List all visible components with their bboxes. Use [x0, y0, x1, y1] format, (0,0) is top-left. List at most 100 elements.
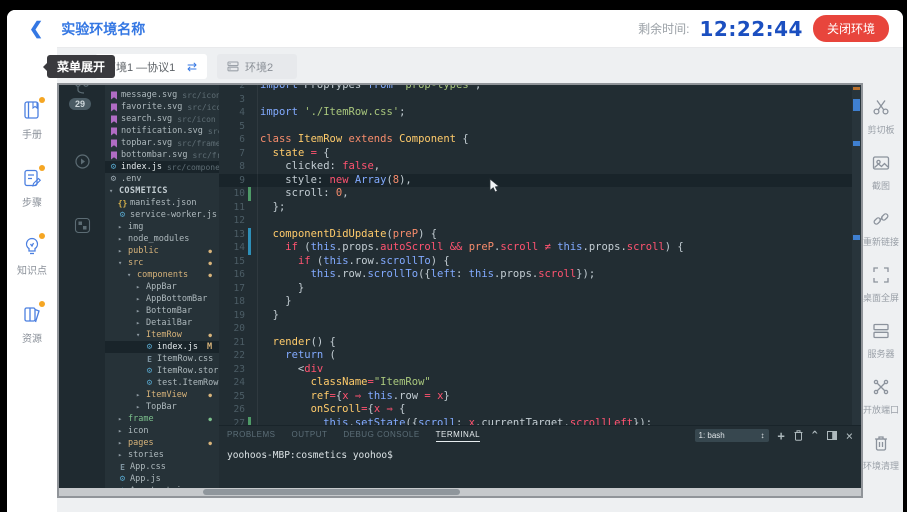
panel-tab-output[interactable]: OUTPUT [291, 430, 327, 442]
terminal-new-button[interactable]: + [778, 430, 785, 442]
file-tree-item[interactable]: ▸frame● [105, 413, 219, 425]
code-line-8[interactable]: 8 clicked: false, [219, 160, 852, 174]
toolbar-item-fullscreen[interactable]: 桌面全屏 [859, 263, 903, 304]
code-line-11[interactable]: 11 }; [219, 201, 852, 215]
file-tree-item[interactable]: ▾ItemRow● [105, 329, 219, 341]
file-tree-item[interactable]: ▸AppBottomBar [105, 293, 219, 305]
close-environment-button[interactable]: 关闭环境 [813, 15, 889, 42]
code-editor[interactable]: 2import PropTypes from 'prop-types';3 4i… [219, 85, 861, 425]
debug-icon[interactable] [59, 153, 105, 170]
file-tree-item[interactable]: EItemRow.css [105, 353, 219, 365]
code-line-9[interactable]: 9 style: new Array(8), [219, 174, 852, 188]
file-tree-item[interactable]: ▸stories [105, 449, 219, 461]
code-line-7[interactable]: 7 state = { [219, 147, 852, 161]
file-tree-item[interactable]: ⚙test.ItemRow.js [105, 377, 219, 389]
back-chevron-icon[interactable]: ❮ [29, 20, 43, 37]
file-tree-item[interactable]: ▸AppBar [105, 281, 219, 293]
terminal-close-button[interactable]: × [846, 430, 853, 442]
gutter-spacer [248, 85, 251, 93]
code-line-20[interactable]: 20 [219, 322, 852, 336]
file-tree-item[interactable]: message.svgsrc/icon [105, 89, 219, 101]
code-line-12[interactable]: 12 [219, 214, 852, 228]
file-tree-item[interactable]: ⚙index.jssrc/components…M [105, 161, 219, 173]
file-tree-item[interactable]: ▸img [105, 221, 219, 233]
line-number: 19 [219, 310, 245, 321]
file-tree-item[interactable]: ⚙App.js [105, 473, 219, 485]
swap-protocol-icon[interactable]: ⇄ [187, 60, 197, 74]
toolbar-item-ports[interactable]: 开放端口 [859, 375, 903, 416]
code-line-15[interactable]: 15 if (this.row.scrollTo) { [219, 255, 852, 269]
file-tree-item[interactable]: ▸node_modules [105, 233, 219, 245]
file-tree-item[interactable]: search.svgsrc/icon [105, 113, 219, 125]
code-line-19[interactable]: 19 } [219, 309, 852, 323]
code-line-13[interactable]: 13 componentDidUpdate(preP) { [219, 228, 852, 242]
code-line-22[interactable]: 22 return ( [219, 349, 852, 363]
file-tree-item[interactable]: ⚙index.jsM [105, 341, 219, 353]
code-line-16[interactable]: 16 this.row.scrollTo({left: this.props.s… [219, 268, 852, 282]
toolbar-item-screenshot[interactable]: 截图 [859, 151, 903, 192]
file-name: pages [128, 438, 154, 448]
toolbar-item-scissors[interactable]: 剪切板 [859, 95, 903, 136]
gutter-spacer [248, 336, 251, 350]
source-control-icon[interactable] [59, 85, 105, 97]
file-tree-item[interactable]: ▸public● [105, 245, 219, 257]
sidebar-item-bulb[interactable]: 知识点 [7, 234, 57, 277]
hscrollbar-thumb[interactable] [203, 489, 460, 495]
code-line-23[interactable]: 23 <div [219, 363, 852, 377]
tree-arrow-icon: ▸ [118, 247, 125, 255]
code-line-5[interactable]: 5 [219, 120, 852, 134]
code-line-6[interactable]: 6class ItemRow extends Component { [219, 133, 852, 147]
code-line-3[interactable]: 3 [219, 93, 852, 107]
extensions-icon[interactable] [59, 217, 105, 234]
code-text [257, 93, 266, 107]
toolbar-item-server[interactable]: 服务器 [859, 319, 903, 360]
file-tree-item[interactable]: EApp.css [105, 461, 219, 473]
remaining-time-value: 12:22:44 [699, 17, 803, 41]
sidebar-item-box[interactable]: 资源 [7, 302, 57, 345]
file-tree-item[interactable]: topbar.svgsrc/frame [105, 137, 219, 149]
terminal-shell-select[interactable]: 1: bash ↕ [695, 429, 769, 442]
toolbar-item-link[interactable]: 重新链接 [859, 207, 903, 248]
terminal-split-button[interactable] [827, 431, 837, 440]
code-line-10[interactable]: 10 scroll: 0, [219, 187, 852, 201]
file-tree-item[interactable]: ▸DetailBar [105, 317, 219, 329]
gutter-spacer [248, 214, 251, 228]
code-line-25[interactable]: 25 ref={x ⇒ this.row = x} [219, 390, 852, 404]
code-line-18[interactable]: 18 } [219, 295, 852, 309]
code-line-17[interactable]: 17 } [219, 282, 852, 296]
panel-tab-terminal[interactable]: TERMINAL [436, 430, 480, 442]
file-tree-item[interactable]: ▸ItemView● [105, 389, 219, 401]
file-tree-item[interactable]: ⚙service-worker.js [105, 209, 219, 221]
code-line-14[interactable]: 14 if (this.props.autoScroll && preP.scr… [219, 241, 852, 255]
file-tree-item[interactable]: ⚙.env [105, 173, 219, 185]
file-tree-item[interactable]: {}manifest.json [105, 197, 219, 209]
panel-tab-debug-console[interactable]: DEBUG CONSOLE [343, 430, 419, 442]
file-tree-item[interactable]: notification.svgsrc/icon [105, 125, 219, 137]
code-line-4[interactable]: 4import './ItemRow.css'; [219, 106, 852, 120]
file-tree-item[interactable]: ▾src● [105, 257, 219, 269]
terminal-maximize-button[interactable]: ^ [812, 431, 818, 441]
file-tree-item[interactable]: bottombar.svgsrc/frame [105, 149, 219, 161]
code-line-26[interactable]: 26 onScroll={x ⇒ { [219, 403, 852, 417]
file-tree-item[interactable]: favorite.svgsrc/icon [105, 101, 219, 113]
code-line-27[interactable]: 27 this.setState({scroll: x.currentTarge… [219, 417, 852, 426]
file-tree-item[interactable]: ⚙ItemRow.stories.js [105, 365, 219, 377]
line-number: 14 [219, 242, 245, 253]
file-tree-item[interactable]: ▸TopBar [105, 401, 219, 413]
file-tree-item[interactable]: ▸icon [105, 425, 219, 437]
code-line-21[interactable]: 21 render() { [219, 336, 852, 350]
sidebar-item-book[interactable]: 手册 [7, 98, 57, 141]
toolbar-item-cleanup[interactable]: 环境清理 [859, 431, 903, 472]
code-text: this.row.scrollTo({left: this.props.scro… [257, 268, 595, 282]
code-line-2[interactable]: 2import PropTypes from 'prop-types'; [219, 85, 852, 93]
file-tree-item[interactable]: ▾components● [105, 269, 219, 281]
tree-section-cosmetics[interactable]: ▾COSMETICS [105, 185, 219, 197]
file-tree-item[interactable]: ▸pages● [105, 437, 219, 449]
code-line-24[interactable]: 24 className="ItemRow" [219, 376, 852, 390]
panel-tab-problems[interactable]: PROBLEMS [227, 430, 275, 442]
tab-environment-2[interactable]: 环境2 [217, 54, 297, 79]
file-tree-item[interactable]: ▸BottomBar [105, 305, 219, 317]
editor-hscrollbar[interactable] [59, 488, 861, 496]
terminal-kill-button[interactable] [794, 430, 803, 441]
sidebar-item-steps[interactable]: 步骤 [7, 166, 57, 209]
